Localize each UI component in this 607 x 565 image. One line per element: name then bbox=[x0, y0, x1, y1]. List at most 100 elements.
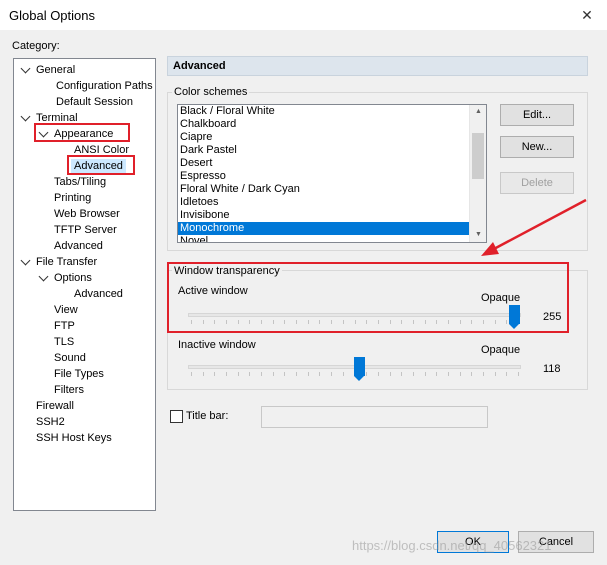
slider-tick bbox=[447, 372, 449, 376]
active-window-label: Active window bbox=[178, 285, 248, 297]
slider-tick bbox=[494, 372, 496, 376]
tree-item[interactable]: Advanced bbox=[74, 287, 123, 302]
tree-item[interactable]: Tabs/Tiling bbox=[54, 175, 106, 190]
slider-tick bbox=[459, 372, 461, 376]
list-item[interactable]: Floral White / Dark Cyan bbox=[178, 183, 470, 196]
slider-tick bbox=[249, 372, 251, 376]
slider-tick bbox=[331, 320, 333, 324]
list-item[interactable]: Chalkboard bbox=[178, 118, 470, 131]
inactive-window-value: 118 bbox=[543, 363, 561, 375]
tree-item[interactable]: Options bbox=[54, 271, 92, 286]
active-window-slider[interactable] bbox=[188, 313, 521, 317]
tree-item[interactable]: TFTP Server bbox=[54, 223, 117, 238]
slider-tick bbox=[226, 320, 228, 324]
slider-tick bbox=[319, 320, 321, 324]
tree-item[interactable]: SSH2 bbox=[36, 415, 65, 430]
slider-tick bbox=[226, 372, 228, 376]
chevron-down-icon[interactable] bbox=[20, 111, 31, 122]
slider-tick bbox=[307, 372, 309, 376]
slider-tick bbox=[319, 372, 321, 376]
chevron-down-icon[interactable] bbox=[20, 63, 31, 74]
scroll-up-icon[interactable]: ▲ bbox=[470, 105, 486, 119]
slider-tick bbox=[389, 320, 391, 324]
slider-tick bbox=[482, 320, 484, 324]
slider-tick bbox=[424, 372, 426, 376]
scroll-thumb[interactable] bbox=[472, 133, 484, 179]
color-scheme-list[interactable]: Black / Floral White Chalkboard Ciapre Dark… bbox=[177, 104, 487, 243]
list-item[interactable]: Idletoes bbox=[178, 196, 470, 209]
tree-item[interactable]: General bbox=[36, 63, 75, 78]
chevron-down-icon[interactable] bbox=[20, 255, 31, 266]
slider-tick bbox=[412, 320, 414, 324]
watermark: https://blog.csdn.net/qq_40562321 bbox=[352, 538, 552, 553]
slider-tick bbox=[284, 320, 286, 324]
slider-tick bbox=[202, 320, 204, 324]
inactive-window-label: Inactive window bbox=[178, 339, 256, 351]
tree-item[interactable]: Default Session bbox=[56, 95, 133, 110]
slider-tick bbox=[506, 372, 508, 376]
tree-item[interactable]: File Transfer bbox=[36, 255, 97, 270]
slider-tick bbox=[296, 320, 298, 324]
slider-tick bbox=[354, 320, 356, 324]
title-bar-input bbox=[261, 406, 488, 428]
tree-item[interactable]: SSH Host Keys bbox=[36, 431, 112, 446]
category-label: Category: bbox=[12, 40, 60, 52]
panel-header: Advanced bbox=[167, 56, 588, 76]
slider-tick bbox=[471, 320, 473, 324]
list-item[interactable]: Black / Floral White bbox=[178, 105, 470, 118]
close-icon[interactable]: ✕ bbox=[577, 5, 597, 25]
list-item[interactable]: Espresso bbox=[178, 170, 470, 183]
tree-item[interactable]: File Types bbox=[54, 367, 104, 382]
slider-tick bbox=[436, 320, 438, 324]
slider-tick bbox=[272, 372, 274, 376]
slider-tick bbox=[191, 320, 192, 324]
active-window-thumb[interactable] bbox=[509, 305, 520, 329]
window-title: Global Options bbox=[9, 8, 95, 23]
slider-tick bbox=[401, 372, 403, 376]
slider-tick bbox=[377, 372, 379, 376]
list-item[interactable]: Dark Pastel bbox=[178, 144, 470, 157]
highlight-advanced bbox=[67, 155, 135, 175]
slider-tick bbox=[296, 372, 298, 376]
tree-item[interactable]: TLS bbox=[54, 335, 74, 350]
new-button[interactable]: New... bbox=[500, 136, 574, 158]
slider-tick bbox=[471, 372, 473, 376]
slider-tick bbox=[459, 320, 461, 324]
tree-item[interactable]: Sound bbox=[54, 351, 86, 366]
slider-tick bbox=[494, 320, 496, 324]
slider-tick bbox=[518, 372, 519, 376]
list-item[interactable]: Monochrome bbox=[178, 222, 470, 235]
tree-item[interactable]: Configuration Paths bbox=[56, 79, 153, 94]
tree-item[interactable]: Web Browser bbox=[54, 207, 120, 222]
active-opaque-label: Opaque bbox=[481, 292, 521, 304]
tree-item[interactable]: Printing bbox=[54, 191, 91, 206]
active-window-value: 255 bbox=[543, 311, 562, 323]
tree-item[interactable]: FTP bbox=[54, 319, 75, 334]
slider-tick bbox=[237, 372, 239, 376]
tree-item[interactable]: Filters bbox=[54, 383, 84, 398]
edit-button[interactable]: Edit... bbox=[500, 104, 574, 126]
tree-item[interactable]: Firewall bbox=[36, 399, 74, 414]
list-item[interactable]: Novel bbox=[178, 235, 470, 242]
list-item[interactable]: Desert bbox=[178, 157, 470, 170]
title-bar: Global Options ✕ bbox=[0, 0, 607, 30]
slider-tick bbox=[307, 320, 309, 324]
slider-tick bbox=[191, 372, 192, 376]
tree-item[interactable]: View bbox=[54, 303, 78, 318]
slider-tick bbox=[412, 372, 414, 376]
tree-item[interactable]: Advanced bbox=[54, 239, 103, 254]
slider-tick bbox=[214, 372, 216, 376]
inactive-window-thumb[interactable] bbox=[354, 357, 366, 381]
slider-tick bbox=[389, 372, 391, 376]
list-item[interactable]: Ciapre bbox=[178, 131, 470, 144]
scroll-down-icon[interactable]: ▼ bbox=[470, 228, 486, 242]
list-scrollbar[interactable]: ▲ ▼ bbox=[469, 105, 486, 242]
inactive-opaque-label: Opaque bbox=[481, 344, 521, 356]
chevron-down-icon[interactable] bbox=[38, 271, 49, 282]
slider-tick bbox=[436, 372, 438, 376]
title-bar-checkbox[interactable] bbox=[170, 410, 183, 423]
list-item[interactable]: Invisibone bbox=[178, 209, 470, 222]
title-bar-label: Title bar: bbox=[186, 410, 229, 422]
slider-tick bbox=[284, 372, 286, 376]
slider-tick bbox=[237, 320, 239, 324]
